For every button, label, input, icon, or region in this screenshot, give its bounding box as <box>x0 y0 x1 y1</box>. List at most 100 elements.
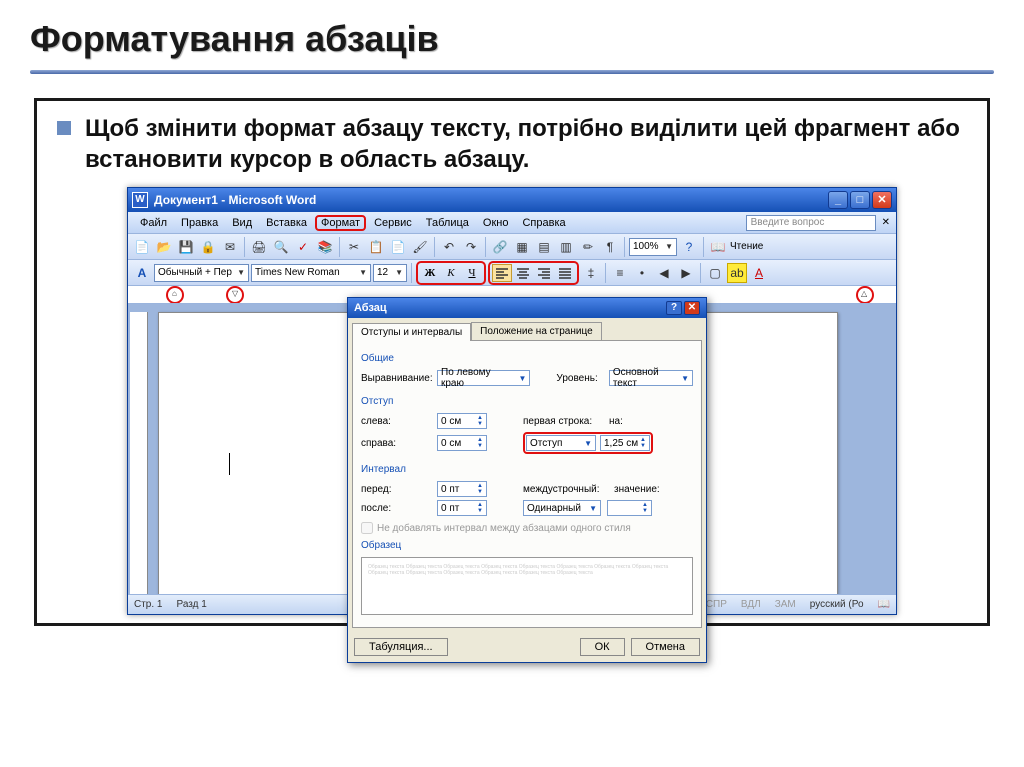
divider <box>30 70 994 74</box>
align-justify-button[interactable] <box>555 264 575 282</box>
status-book-icon[interactable]: 📖 <box>878 599 890 610</box>
excel-icon[interactable]: ▤ <box>534 237 554 257</box>
redo-icon[interactable]: ↷ <box>461 237 481 257</box>
no-space-checkbox[interactable] <box>361 522 373 534</box>
left-indent-input[interactable]: 0 см▲▼ <box>437 413 487 429</box>
close-button[interactable]: ✕ <box>872 191 892 209</box>
highlight-icon[interactable]: ab <box>727 263 747 283</box>
linespacing-value-input[interactable]: ▲▼ <box>607 500 652 516</box>
group-preview: Образец <box>361 540 693 551</box>
no-space-label: Не добавлять интервал между абзацами одн… <box>377 523 631 534</box>
italic-button[interactable]: К <box>441 264 461 282</box>
dialog-tabs: Отступы и интервалы Положение на страниц… <box>348 318 706 340</box>
firstline-by-input[interactable]: 1,25 см▲▼ <box>600 435 650 451</box>
right-indent-input[interactable]: 0 см▲▼ <box>437 435 487 451</box>
zoom-combo[interactable]: 100%▼ <box>629 238 677 256</box>
borders-icon[interactable]: ▢ <box>705 263 725 283</box>
vertical-ruler[interactable] <box>130 312 148 594</box>
menu-tools[interactable]: Сервис <box>368 215 418 231</box>
word-screenshot: W Документ1 - Microsoft Word _ □ ✕ Файл … <box>127 187 897 615</box>
paragraph-dialog: Абзац ? ✕ Отступы и интервалы Положение … <box>347 297 707 663</box>
help-search-input[interactable]: Введите вопрос <box>746 215 876 231</box>
menu-format[interactable]: Формат <box>315 215 366 231</box>
cut-icon[interactable]: ✂ <box>344 237 364 257</box>
mail-icon[interactable]: ✉ <box>220 237 240 257</box>
content-frame: Щоб змінити формат абзацу тексту, потріб… <box>34 98 990 626</box>
hyperlink-icon[interactable]: 🔗 <box>490 237 510 257</box>
read-mode-icon[interactable]: 📖 <box>708 237 728 257</box>
undo-icon[interactable]: ↶ <box>439 237 459 257</box>
drawing-icon[interactable]: ✏ <box>578 237 598 257</box>
docmap-icon[interactable]: ¶ <box>600 237 620 257</box>
spellcheck-icon[interactable]: ✓ <box>293 237 313 257</box>
paste-icon[interactable]: 📄 <box>388 237 408 257</box>
research-icon[interactable]: 📚 <box>315 237 335 257</box>
style-combo[interactable]: Обычный + Пер▼ <box>154 264 249 282</box>
menu-insert[interactable]: Вставка <box>260 215 313 231</box>
align-right-button[interactable] <box>534 264 554 282</box>
firstline-group-highlight: Отступ▼ 1,25 см▲▼ <box>523 432 653 454</box>
open-icon[interactable]: 📂 <box>154 237 174 257</box>
decrease-indent-icon[interactable]: ◀ <box>654 263 674 283</box>
menu-file[interactable]: Файл <box>134 215 173 231</box>
styles-pane-icon[interactable]: A <box>132 263 152 283</box>
alignment-combo[interactable]: По левому краю▼ <box>437 370 530 386</box>
increase-indent-icon[interactable]: ▶ <box>676 263 696 283</box>
font-color-icon[interactable]: A <box>749 263 769 283</box>
copy-icon[interactable]: 📋 <box>366 237 386 257</box>
tabs-button[interactable]: Табуляция... <box>354 638 448 656</box>
status-lang: русский (Ро <box>810 599 864 610</box>
size-combo[interactable]: 12▼ <box>373 264 407 282</box>
format-painter-icon[interactable]: 🖌 <box>410 237 430 257</box>
bold-button[interactable]: Ж <box>420 264 440 282</box>
cancel-button[interactable]: Отмена <box>631 638 700 656</box>
ok-button[interactable]: ОК <box>580 638 625 656</box>
firstline-combo[interactable]: Отступ▼ <box>526 435 596 451</box>
value-label: значение: <box>614 484 659 495</box>
columns-icon[interactable]: ▥ <box>556 237 576 257</box>
dialog-body: Общие Выравнивание: По левому краю▼ Уров… <box>352 340 702 628</box>
line-spacing-icon[interactable]: ‡ <box>581 263 601 283</box>
print-icon[interactable]: 🖨 <box>249 237 269 257</box>
align-center-button[interactable] <box>513 264 533 282</box>
linespacing-combo[interactable]: Одинарный▼ <box>523 500 601 516</box>
help-icon[interactable]: ? <box>679 237 699 257</box>
status-ovr: ЗАМ <box>775 599 796 610</box>
status-section: Разд 1 <box>176 599 206 610</box>
table-icon[interactable]: ▦ <box>512 237 532 257</box>
by-label: на: <box>609 416 629 427</box>
font-combo[interactable]: Times New Roman▼ <box>251 264 371 282</box>
slide-title: Форматування абзаців <box>30 18 994 60</box>
dialog-buttons: Табуляция... ОК Отмена <box>348 632 706 662</box>
before-input[interactable]: 0 пт▲▼ <box>437 481 487 497</box>
numbering-icon[interactable]: ≡ <box>610 263 630 283</box>
save-icon[interactable]: 💾 <box>176 237 196 257</box>
bullets-icon[interactable]: • <box>632 263 652 283</box>
close-doc-icon[interactable]: ✕ <box>882 217 890 228</box>
menu-edit[interactable]: Правка <box>175 215 224 231</box>
after-input[interactable]: 0 пт▲▼ <box>437 500 487 516</box>
dialog-close-button[interactable]: ✕ <box>684 301 700 315</box>
standard-toolbar: 📄 📂 💾 🔒 ✉ 🖨 🔍 ✓ 📚 ✂ 📋 📄 🖌 ↶ ↷ 🔗 <box>128 234 896 260</box>
menu-help[interactable]: Справка <box>516 215 571 231</box>
menu-table[interactable]: Таблица <box>420 215 475 231</box>
level-label: Уровень: <box>556 373 602 384</box>
bullet-text: Щоб змінити формат абзацу тексту, потріб… <box>85 113 967 175</box>
minimize-button[interactable]: _ <box>828 191 848 209</box>
dialog-help-button[interactable]: ? <box>666 301 682 315</box>
menu-window[interactable]: Окно <box>477 215 515 231</box>
font-style-group: Ж К Ч <box>416 261 486 285</box>
read-mode-label[interactable]: Чтение <box>730 241 763 252</box>
permission-icon[interactable]: 🔒 <box>198 237 218 257</box>
tab-indents[interactable]: Отступы и интервалы <box>352 323 471 341</box>
maximize-button[interactable]: □ <box>850 191 870 209</box>
window-title: Документ1 - Microsoft Word <box>154 193 316 207</box>
underline-button[interactable]: Ч <box>462 264 482 282</box>
new-icon[interactable]: 📄 <box>132 237 152 257</box>
level-combo[interactable]: Основной текст▼ <box>609 370 693 386</box>
tab-pagination[interactable]: Положение на странице <box>471 322 601 340</box>
no-space-checkbox-row[interactable]: Не добавлять интервал между абзацами одн… <box>361 522 693 534</box>
align-left-button[interactable] <box>492 264 512 282</box>
menu-view[interactable]: Вид <box>226 215 258 231</box>
preview-icon[interactable]: 🔍 <box>271 237 291 257</box>
